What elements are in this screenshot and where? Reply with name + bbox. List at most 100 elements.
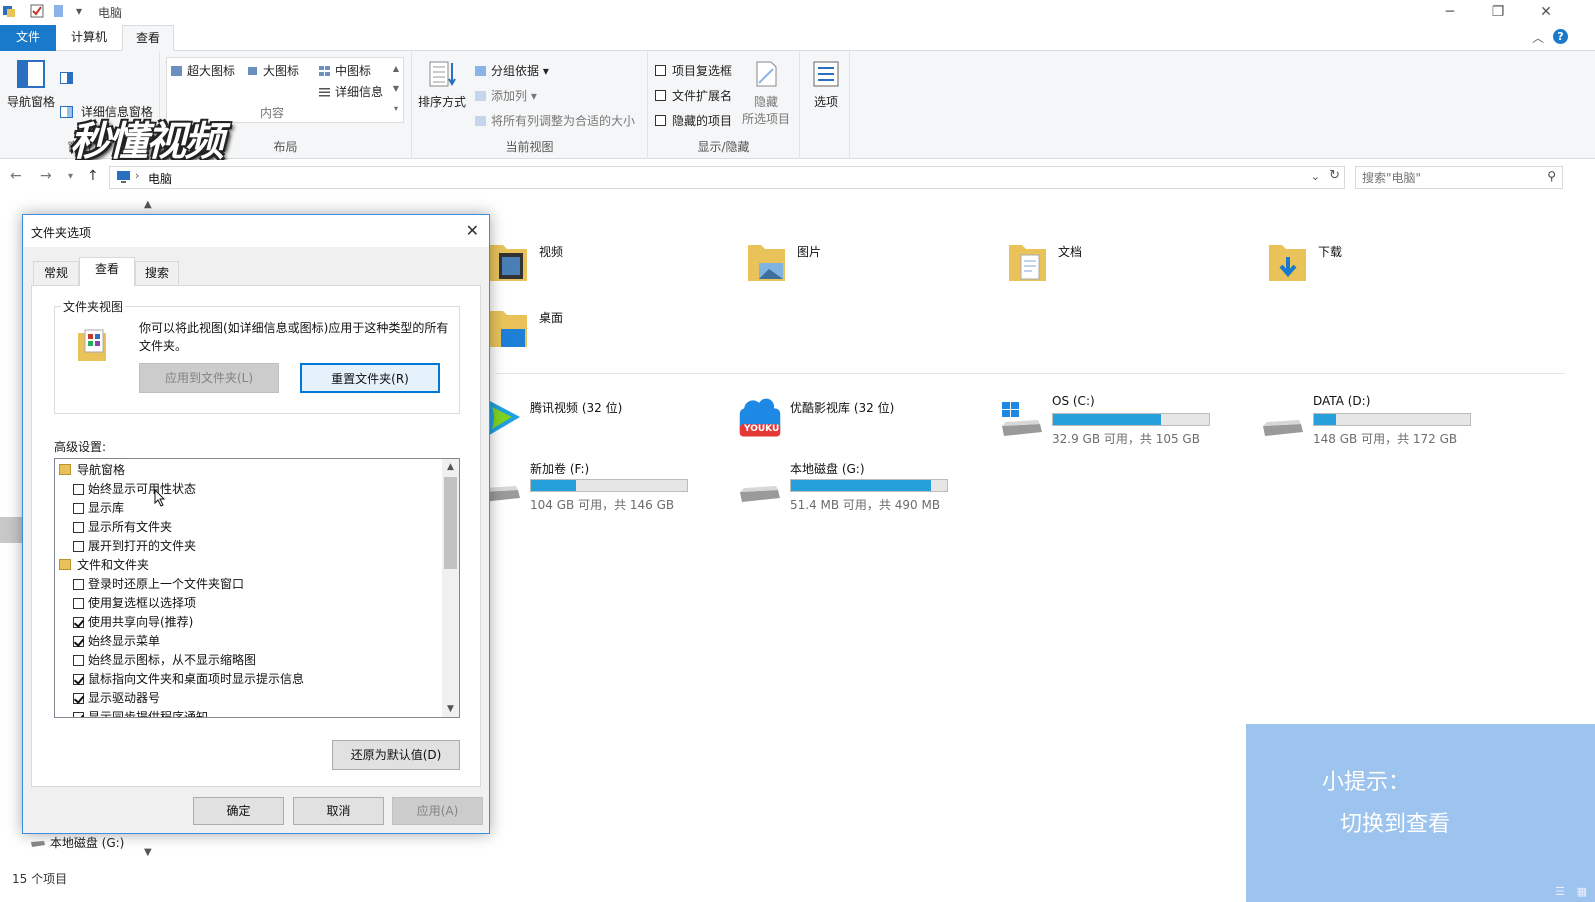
splitter-handle[interactable]: [0, 517, 22, 543]
option-checkbox[interactable]: [73, 674, 84, 685]
apply-button[interactable]: 应用(A): [392, 797, 483, 825]
option-checkbox[interactable]: [73, 598, 84, 609]
restore-defaults-button[interactable]: 还原为默认值(D): [332, 740, 460, 770]
search-box[interactable]: ⚲: [1355, 166, 1563, 189]
search-input[interactable]: [1362, 169, 1532, 186]
restore-button[interactable]: ❐: [1475, 0, 1521, 24]
new-folder-icon[interactable]: [52, 4, 66, 18]
device-youku[interactable]: YOUKU 优酷影视库 (32 位): [738, 395, 988, 455]
advanced-settings-scrollbar[interactable]: ▲ ▼: [442, 459, 459, 717]
quick-access-dropdown-icon[interactable]: ▾: [72, 4, 86, 18]
hidden-items-checkbox[interactable]: [655, 115, 666, 126]
cancel-button[interactable]: 取消: [293, 797, 384, 825]
settings-option[interactable]: 登录时还原上一个文件夹窗口: [73, 575, 244, 594]
hard-drive-icon: [1263, 420, 1303, 436]
properties-icon[interactable]: [30, 4, 44, 18]
option-checkbox[interactable]: [73, 484, 84, 495]
sort-by-button[interactable]: 排序方式: [414, 59, 470, 110]
settings-option[interactable]: 始终显示图标，从不显示缩略图: [73, 651, 256, 670]
up-button[interactable]: ↑: [87, 168, 99, 184]
option-checkbox[interactable]: [73, 541, 84, 552]
layout-medium[interactable]: 中图标: [318, 62, 371, 79]
options-button[interactable]: 选项: [806, 59, 846, 110]
tab-search[interactable]: 搜索: [135, 261, 179, 285]
option-checkbox[interactable]: [73, 636, 84, 647]
item-checkboxes-toggle[interactable]: 项目复选框: [655, 62, 732, 79]
settings-option[interactable]: 显示驱动器号: [73, 689, 160, 708]
file-extensions-toggle[interactable]: 文件扩展名: [655, 87, 732, 104]
device-tencent-video[interactable]: 腾讯视频 (32 位): [478, 395, 728, 455]
folder-documents[interactable]: 文档: [1006, 239, 1256, 299]
drive-d[interactable]: DATA (D:) 148 GB 可用，共 172 GB: [1261, 390, 1511, 450]
recent-locations-icon[interactable]: ▾: [68, 171, 73, 182]
details-view-toggle-icon[interactable]: ☰: [1555, 885, 1565, 898]
collapse-ribbon-icon[interactable]: ︿: [1532, 29, 1544, 46]
refresh-icon[interactable]: ↻: [1329, 168, 1340, 183]
fit-columns-button[interactable]: 将所有列调整为合适的大小: [474, 112, 635, 129]
drive-g[interactable]: 本地磁盘 (G:) 51.4 MB 可用，共 490 MB: [738, 456, 988, 516]
close-window-button[interactable]: ✕: [1523, 0, 1569, 24]
forward-button[interactable]: →: [40, 168, 52, 184]
option-checkbox[interactable]: [73, 712, 84, 717]
item-checkboxes-checkbox[interactable]: [655, 65, 666, 76]
apply-to-folders-button[interactable]: 应用到文件夹(L): [139, 363, 279, 393]
add-columns-button[interactable]: 添加列 ▾: [474, 87, 537, 104]
settings-option[interactable]: 显示同步提供程序通知: [73, 708, 208, 717]
tab-view[interactable]: 查看: [122, 25, 174, 52]
layout-details[interactable]: 详细信息: [318, 83, 383, 100]
tab-computer[interactable]: 计算机: [58, 25, 120, 51]
tab-general[interactable]: 常规: [33, 261, 79, 285]
settings-option[interactable]: 使用共享向导(推荐): [73, 613, 193, 632]
nav-item-drive-g[interactable]: 本地磁盘 (G:): [30, 834, 124, 851]
option-checkbox[interactable]: [73, 579, 84, 590]
settings-option[interactable]: 始终显示可用性状态: [73, 480, 196, 499]
option-checkbox[interactable]: [73, 617, 84, 628]
folder-downloads[interactable]: 下载: [1266, 239, 1516, 299]
back-button[interactable]: ←: [10, 168, 22, 184]
option-checkbox[interactable]: [73, 503, 84, 514]
scroll-down-arrow-icon[interactable]: ▼: [442, 701, 459, 717]
settings-option[interactable]: 显示库: [73, 499, 124, 518]
settings-option[interactable]: 显示所有文件夹: [73, 518, 172, 537]
address-path[interactable]: 电脑: [148, 170, 172, 187]
hide-selected-button[interactable]: 隐藏 所选项目: [740, 59, 792, 127]
scroll-up-arrow-icon[interactable]: ▲: [442, 459, 459, 475]
nav-scroll-down-icon[interactable]: ▼: [144, 847, 152, 858]
folder-desktop[interactable]: 桌面: [487, 305, 737, 365]
tab-view-dialog[interactable]: 查看: [79, 257, 135, 286]
layout-extra-large[interactable]: 超大图标: [170, 62, 235, 79]
drive-f[interactable]: 新加卷 (F:) 104 GB 可用，共 146 GB: [478, 456, 728, 516]
reset-folders-button[interactable]: 重置文件夹(R): [300, 363, 440, 393]
ok-button[interactable]: 确定: [193, 797, 284, 825]
advanced-settings-list[interactable]: 导航窗格 始终显示可用性状态 显示库 显示所有文件夹 展开到打开的文件夹 文件和文件夹 登录…: [54, 458, 460, 718]
settings-option[interactable]: 鼠标指向文件夹和桌面项时显示提示信息: [73, 670, 304, 689]
option-checkbox[interactable]: [73, 693, 84, 704]
folder-videos[interactable]: 视频: [487, 239, 737, 299]
option-checkbox[interactable]: [73, 522, 84, 533]
group-by-button[interactable]: 分组依据 ▾: [474, 62, 549, 79]
search-icon[interactable]: ⚲: [1547, 169, 1556, 183]
nav-pane-button[interactable]: 导航窗格: [4, 59, 58, 110]
settings-option[interactable]: 始终显示菜单: [73, 632, 160, 651]
file-extensions-checkbox[interactable]: [655, 90, 666, 101]
nav-scroll-up-icon[interactable]: ▲: [144, 199, 152, 210]
settings-option[interactable]: 展开到打开的文件夹: [73, 537, 196, 556]
layout-gallery-scroll[interactable]: ▲ ▼ ▾: [390, 59, 402, 121]
folder-pictures[interactable]: 图片: [745, 239, 995, 299]
address-bar[interactable]: › 电脑 ⌄ ↻: [109, 166, 1345, 189]
option-checkbox[interactable]: [73, 655, 84, 666]
address-dropdown-icon[interactable]: ⌄: [1311, 170, 1320, 183]
preview-pane-button[interactable]: [60, 71, 77, 85]
drive-c[interactable]: OS (C:) 32.9 GB 可用，共 105 GB: [1000, 390, 1250, 450]
help-icon[interactable]: ?: [1553, 29, 1568, 44]
layout-content[interactable]: 内容: [260, 104, 284, 121]
layout-large[interactable]: 大图标: [246, 62, 299, 79]
minimize-button[interactable]: ─: [1427, 0, 1473, 24]
dialog-close-icon[interactable]: ✕: [466, 221, 479, 240]
explorer-icon[interactable]: [2, 4, 16, 18]
settings-option[interactable]: 使用复选框以选择项: [73, 594, 196, 613]
large-icons-view-toggle-icon[interactable]: ▦: [1577, 885, 1587, 898]
hidden-items-toggle[interactable]: 隐藏的项目: [655, 112, 732, 129]
tab-file[interactable]: 文件: [0, 25, 56, 51]
scroll-thumb[interactable]: [444, 477, 457, 569]
